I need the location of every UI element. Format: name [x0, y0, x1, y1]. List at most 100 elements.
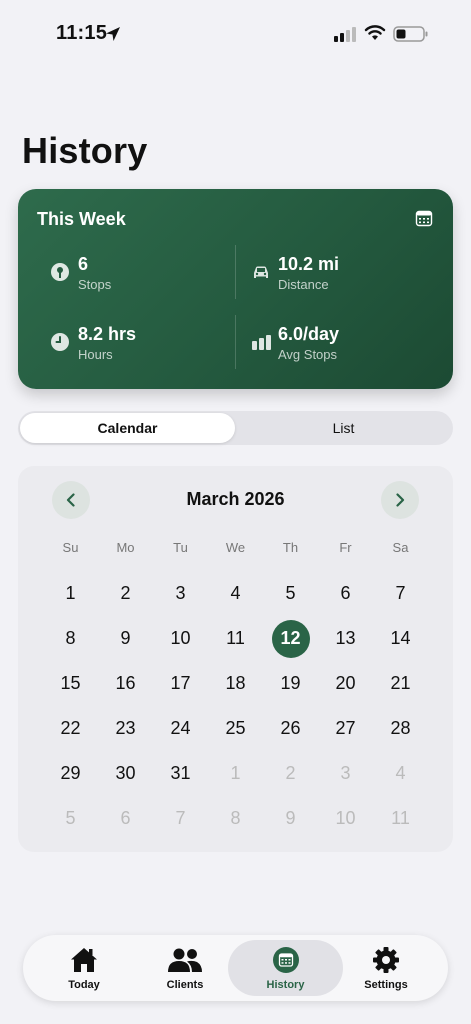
day-cell[interactable]: 24	[153, 706, 208, 751]
week-row: 8 9 10 11 12 13 14	[43, 616, 428, 661]
gear-icon	[373, 947, 399, 973]
day-cell[interactable]: 26	[263, 706, 318, 751]
cellular-signal-icon	[334, 27, 356, 42]
weekday-label: Fr	[339, 540, 352, 555]
next-month-button[interactable]	[381, 481, 419, 519]
avg-stops-value: 6.0/day	[278, 324, 340, 344]
weekday-label: Mo	[116, 540, 135, 555]
card-divider	[235, 245, 236, 299]
calendar-icon[interactable]	[415, 209, 433, 227]
clock-icon	[51, 333, 69, 351]
week-summary-title: This Week	[37, 209, 126, 229]
outside-month-day-cell: 5	[65, 808, 76, 828]
weekday-label: Sa	[392, 540, 409, 555]
weekday-label: Tu	[173, 540, 188, 555]
tab-settings[interactable]: Settings	[330, 940, 442, 996]
bar-chart-icon	[252, 335, 271, 350]
day-cell[interactable]: 16	[98, 661, 153, 706]
status-time: 11:15	[56, 22, 108, 44]
day-cell[interactable]: 27	[318, 706, 373, 751]
outside-month-day-cell: 8	[230, 808, 241, 828]
weekday-label: Th	[282, 540, 299, 555]
weekday-label: Su	[62, 540, 79, 555]
tab-label: Settings	[364, 979, 408, 991]
tab-label: History	[266, 979, 305, 991]
outside-month-day-cell: 6	[120, 808, 131, 828]
day-cell[interactable]: 20	[318, 661, 373, 706]
calendar-icon	[272, 947, 299, 973]
day-cell[interactable]: 9	[98, 616, 153, 661]
week-row: 22 23 24 25 26 27 28	[43, 706, 428, 751]
day-cell[interactable]: 29	[43, 751, 98, 796]
day-cell[interactable]: 10	[153, 616, 208, 661]
week-summary-card: This Week 6 Stops 10.2 mi Distance 8.2 h…	[18, 189, 453, 389]
map-pin-icon	[51, 263, 69, 281]
day-cell[interactable]: 11	[208, 616, 263, 661]
tab-label: Today	[68, 979, 100, 991]
hours-label: Hours	[78, 347, 113, 362]
outside-month-day-cell: 11	[391, 808, 410, 828]
day-cell[interactable]: 8	[43, 616, 98, 661]
distance-value: 10.2 mi	[278, 254, 340, 274]
list-segment[interactable]: List	[236, 413, 451, 443]
day-cell[interactable]: 4	[208, 571, 263, 616]
weekday-header: Su Mo Tu We Th Fr Sa	[43, 540, 428, 555]
day-cell[interactable]: 18	[208, 661, 263, 706]
day-cell[interactable]: 15	[43, 661, 98, 706]
day-cell[interactable]: 31	[153, 751, 208, 796]
tab-today[interactable]: Today	[28, 940, 140, 996]
tab-bar: Today Clients History Settings	[23, 935, 448, 1001]
day-cell[interactable]: 25	[208, 706, 263, 751]
stops-value: 6	[78, 254, 89, 274]
day-cell[interactable]: 28	[373, 706, 428, 751]
calendar-segment[interactable]: Calendar	[20, 413, 235, 443]
hours-value: 8.2 hrs	[78, 324, 137, 344]
day-cell[interactable]: 22	[43, 706, 98, 751]
people-icon	[168, 948, 202, 972]
outside-month-day-cell: 9	[285, 808, 296, 828]
tab-clients[interactable]: Clients	[129, 940, 241, 996]
day-cell[interactable]: 3	[153, 571, 208, 616]
day-cell[interactable]: 23	[98, 706, 153, 751]
chevron-right-icon	[396, 493, 405, 507]
weekday-label: We	[225, 540, 246, 555]
outside-month-day-cell: 1	[230, 763, 241, 783]
tab-label: Clients	[166, 979, 204, 991]
outside-month-day-cell: 4	[395, 763, 406, 783]
outside-month-day-cell: 10	[335, 808, 356, 828]
day-cell[interactable]: 14	[373, 616, 428, 661]
status-bar: 11:15	[0, 0, 471, 70]
week-row: 29 30 31 1 2 3 4	[43, 751, 428, 796]
day-cell[interactable]: 13	[318, 616, 373, 661]
day-cell[interactable]: 7	[373, 571, 428, 616]
calendar-card: March 2026 Su Mo Tu We Th Fr Sa 1 2 3 4 …	[18, 466, 453, 852]
card-divider	[235, 315, 236, 369]
selected-day-cell[interactable]: 12	[263, 616, 318, 661]
page-title: History	[22, 130, 148, 171]
location-arrow-icon	[106, 27, 120, 41]
day-cell[interactable]: 30	[98, 751, 153, 796]
avg-stops-label: Avg Stops	[278, 347, 338, 362]
day-cell[interactable]: 2	[98, 571, 153, 616]
car-icon	[254, 266, 268, 278]
wifi-icon	[364, 25, 386, 40]
day-cell[interactable]: 21	[373, 661, 428, 706]
day-grid: 1 2 3 4 5 6 7 8 9 10 11 12 13 14 15 16 1…	[43, 571, 428, 841]
day-cell[interactable]: 19	[263, 661, 318, 706]
screen: 11:15 History This Week 6 Stops 10.2 mi …	[0, 0, 471, 1024]
tab-history[interactable]: History	[228, 940, 343, 996]
day-cell[interactable]: 1	[43, 571, 98, 616]
house-icon	[71, 948, 97, 972]
outside-month-day-cell: 7	[175, 808, 186, 828]
battery-icon	[393, 26, 428, 42]
day-cell[interactable]: 5	[263, 571, 318, 616]
view-toggle: Calendar List	[18, 411, 453, 445]
day-cell[interactable]: 6	[318, 571, 373, 616]
week-row: 1 2 3 4 5 6 7	[43, 571, 428, 616]
outside-month-day-cell: 2	[285, 763, 296, 783]
distance-label: Distance	[278, 277, 329, 292]
outside-month-day-cell: 3	[340, 763, 351, 783]
day-cell[interactable]: 17	[153, 661, 208, 706]
week-row: 5 6 7 8 9 10 11	[43, 796, 428, 841]
stops-label: Stops	[78, 277, 112, 292]
